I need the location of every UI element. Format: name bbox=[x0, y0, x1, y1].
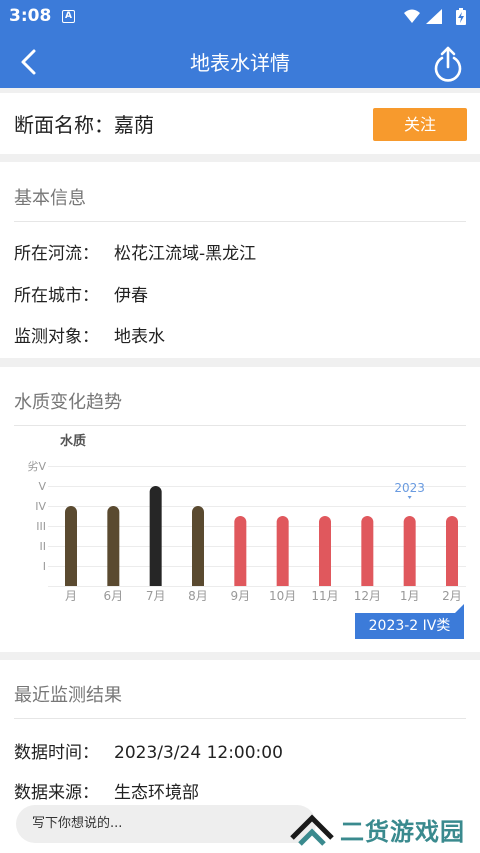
year-marker-label: 2023 bbox=[394, 481, 425, 495]
app-notification-icon: A bbox=[62, 10, 75, 23]
signal-icon bbox=[426, 9, 442, 24]
info-label: 数据时间： bbox=[14, 743, 99, 763]
trend-title: 水质变化趋势 bbox=[14, 392, 122, 413]
info-label: 监测对象： bbox=[14, 327, 99, 347]
divider bbox=[14, 221, 466, 222]
recent-results-title: 最近监测结果 bbox=[14, 685, 122, 706]
y-tick-label: III bbox=[36, 520, 46, 533]
bar bbox=[403, 516, 416, 586]
bar bbox=[361, 516, 374, 586]
share-button[interactable] bbox=[428, 42, 468, 82]
status-icons bbox=[404, 8, 466, 25]
comment-input[interactable]: 写下你想说的... bbox=[16, 805, 316, 843]
x-tick-label: 12月 bbox=[354, 589, 381, 603]
x-tick-label: 9月 bbox=[231, 589, 251, 603]
section-name: 断面名称：嘉荫 bbox=[14, 113, 154, 137]
chart-title: 水质 bbox=[60, 433, 86, 449]
info-label: 所在城市： bbox=[14, 286, 99, 306]
x-tick-label: 6月 bbox=[104, 589, 124, 603]
bar bbox=[446, 516, 458, 586]
bar bbox=[149, 486, 162, 586]
y-tick-label: II bbox=[40, 540, 47, 553]
share-upload-icon bbox=[434, 46, 462, 82]
info-row-river: 所在河流： 松花江流域-黑龙江 bbox=[14, 239, 256, 264]
divider bbox=[14, 718, 466, 719]
info-row-object: 监测对象： 地表水 bbox=[14, 322, 165, 347]
app-bar: 地表水详情 bbox=[0, 34, 480, 88]
year-marker-arrow bbox=[407, 496, 412, 499]
info-label: 所在河流： bbox=[14, 244, 99, 264]
watermark-text: 二货游戏园 bbox=[340, 818, 465, 846]
follow-button[interactable]: 关注 bbox=[373, 108, 467, 141]
x-tick-label: 11月 bbox=[311, 589, 338, 603]
chart-tooltip-tag: 2023-2 IV类 bbox=[355, 613, 464, 639]
info-row-data-time: 数据时间： 2023/3/24 12:00:00 bbox=[14, 738, 283, 763]
x-tick-label: 8月 bbox=[188, 589, 208, 603]
bar bbox=[107, 506, 120, 586]
bar bbox=[276, 516, 289, 586]
x-tick-label: 2月 bbox=[442, 589, 462, 603]
x-tick-label: 7月 bbox=[146, 589, 166, 603]
status-time: 3:08 bbox=[9, 6, 52, 26]
info-row-city: 所在城市： 伊春 bbox=[14, 281, 148, 306]
y-tick-label: V bbox=[38, 480, 46, 493]
page-title: 地表水详情 bbox=[190, 51, 290, 75]
y-tick-label: I bbox=[43, 560, 46, 573]
y-tick-label: IV bbox=[35, 500, 46, 513]
basic-info-title: 基本信息 bbox=[14, 188, 86, 209]
watermark: 二货游戏园 bbox=[288, 808, 478, 848]
x-tick-label: 1月 bbox=[400, 589, 420, 603]
y-tick-label: 劣V bbox=[27, 459, 46, 473]
info-value: 松花江流域-黑龙江 bbox=[114, 244, 257, 264]
battery-icon bbox=[456, 8, 466, 25]
info-value: 2023/3/24 12:00:00 bbox=[114, 743, 283, 763]
bar bbox=[192, 506, 204, 586]
bar bbox=[234, 516, 247, 586]
water-quality-chart[interactable]: 水质IIIIIIIVV劣V月 6月 7月 8月 9月 10月 11月 12月 1月 2月2023 bbox=[0, 430, 480, 640]
x-tick-label: 10月 bbox=[269, 589, 296, 603]
wifi-icon bbox=[404, 9, 420, 23]
divider bbox=[14, 425, 466, 426]
info-value: 地表水 bbox=[114, 327, 165, 347]
x-tick-label: 月 bbox=[65, 589, 77, 603]
bar bbox=[65, 506, 77, 586]
info-value: 伊春 bbox=[114, 286, 148, 306]
bar bbox=[319, 516, 331, 586]
watermark-logo-icon bbox=[290, 814, 334, 846]
status-bar: 3:08 A bbox=[0, 0, 480, 34]
